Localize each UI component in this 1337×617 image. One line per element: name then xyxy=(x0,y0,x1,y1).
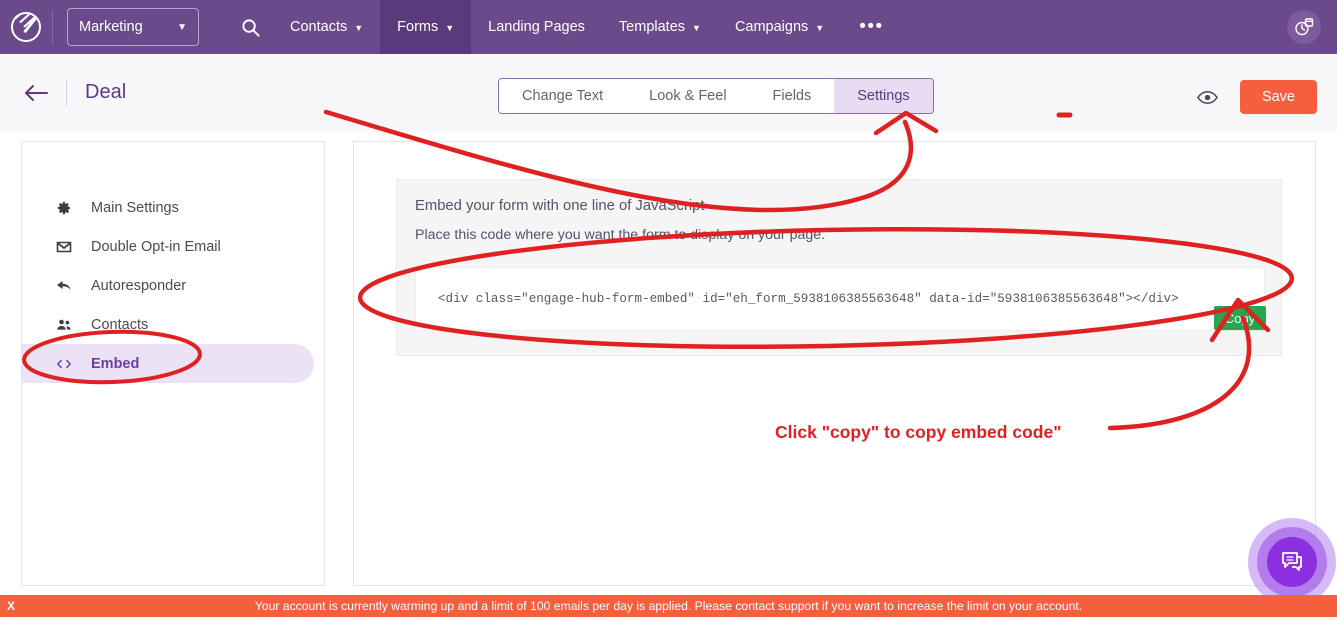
app-window: Marketing ▼ Contacts ▼ Forms ▼ Landing P… xyxy=(0,0,1337,617)
workspace-selector[interactable]: Marketing ▼ xyxy=(67,8,199,46)
chevron-down-icon: ▼ xyxy=(815,23,825,33)
more-menu-button[interactable]: ••• xyxy=(841,0,901,54)
embed-content-panel: Embed your form with one line of JavaScr… xyxy=(353,141,1316,586)
nav-item-forms[interactable]: Forms ▼ xyxy=(380,0,472,54)
top-navigation-bar: Marketing ▼ Contacts ▼ Forms ▼ Landing P… xyxy=(0,0,1337,54)
nav-item-contacts[interactable]: Contacts ▼ xyxy=(273,0,380,54)
sidebar-item-contacts[interactable]: Contacts xyxy=(22,305,324,344)
workspace-label: Marketing xyxy=(79,19,143,35)
nav-item-label: Templates xyxy=(618,19,686,35)
people-icon xyxy=(55,317,73,333)
chat-widget[interactable] xyxy=(1248,518,1336,606)
tab-label: Look & Feel xyxy=(649,88,727,104)
tab-label: Fields xyxy=(772,88,812,104)
tab-look-and-feel[interactable]: Look & Feel xyxy=(626,79,750,113)
chat-button[interactable] xyxy=(1267,537,1317,587)
back-arrow-icon xyxy=(25,84,48,101)
copy-button[interactable]: Copy xyxy=(1214,306,1266,330)
sidebar-item-label: Main Settings xyxy=(91,199,179,216)
sidebar-item-label: Double Opt-in Email xyxy=(91,238,221,255)
chat-bubble-icon xyxy=(1282,552,1302,571)
envelope-icon xyxy=(55,239,73,255)
warning-banner: X Your account is currently warming up a… xyxy=(0,595,1337,617)
nav-divider xyxy=(52,10,53,44)
tab-fields[interactable]: Fields xyxy=(749,79,835,113)
embed-code-text: <div class="engage-hub-form-embed" id="e… xyxy=(438,292,1179,306)
search-button[interactable] xyxy=(227,0,273,54)
page-title: Deal xyxy=(85,81,127,103)
embed-code-box[interactable]: <div class="engage-hub-form-embed" id="e… xyxy=(415,267,1265,331)
tab-label: Settings xyxy=(857,88,910,104)
gear-icon xyxy=(55,200,73,216)
header-divider xyxy=(66,79,67,106)
sidebar-item-label: Autoresponder xyxy=(91,277,187,294)
eye-icon xyxy=(1197,90,1219,104)
nav-item-label: Landing Pages xyxy=(488,19,585,35)
sidebar-item-double-optin-email[interactable]: Double Opt-in Email xyxy=(22,227,324,266)
nav-item-label: Contacts xyxy=(290,19,348,35)
search-icon xyxy=(241,18,260,37)
nav-item-label: Campaigns xyxy=(734,19,809,35)
main-body: Main Settings Double Opt-in Email Autore… xyxy=(0,131,1337,586)
form-editor-tabs: Change Text Look & Feel Fields Settings xyxy=(498,78,934,114)
banner-message: Your account is currently warming up and… xyxy=(254,599,1083,613)
chevron-down-icon: ▼ xyxy=(177,21,187,33)
embed-card: Embed your form with one line of JavaScr… xyxy=(396,179,1282,356)
sidebar-item-embed[interactable]: Embed xyxy=(22,344,314,383)
reply-arrow-icon xyxy=(55,278,73,294)
sidebar-item-label: Contacts xyxy=(91,316,149,333)
chevron-down-icon: ▼ xyxy=(692,23,701,33)
embed-card-title: Embed your form with one line of JavaScr… xyxy=(415,198,705,214)
nav-item-templates[interactable]: Templates ▼ xyxy=(602,0,718,54)
annotation-text: Click "copy" to copy embed code" xyxy=(775,422,1062,442)
tab-settings[interactable]: Settings xyxy=(834,79,933,113)
tab-label: Change Text xyxy=(522,88,604,104)
code-brackets-icon xyxy=(55,356,73,372)
nav-item-label: Forms xyxy=(397,19,439,35)
user-activity-button[interactable] xyxy=(1287,10,1321,44)
nav-item-landing-pages[interactable]: Landing Pages xyxy=(471,0,602,54)
back-button[interactable] xyxy=(22,78,52,108)
embed-card-subtitle: Place this code where you want the form … xyxy=(415,227,826,243)
ellipsis-icon: ••• xyxy=(859,16,884,37)
clock-calendar-icon xyxy=(1295,18,1314,36)
tab-change-text[interactable]: Change Text xyxy=(499,79,627,113)
engagebay-logo-icon xyxy=(11,12,41,42)
preview-button[interactable] xyxy=(1196,85,1220,109)
nav-right-group xyxy=(1287,10,1337,44)
settings-sidebar: Main Settings Double Opt-in Email Autore… xyxy=(21,141,325,586)
nav-item-campaigns[interactable]: Campaigns ▼ xyxy=(718,0,841,54)
app-logo[interactable] xyxy=(0,0,52,54)
logo-slash xyxy=(23,14,39,34)
sidebar-item-autoresponder[interactable]: Autoresponder xyxy=(22,266,324,305)
chevron-down-icon: ▼ xyxy=(445,23,455,33)
chevron-down-icon: ▼ xyxy=(354,23,364,33)
save-button[interactable]: Save xyxy=(1239,80,1317,114)
sidebar-item-main-settings[interactable]: Main Settings xyxy=(22,188,324,227)
header-actions: Save xyxy=(1196,80,1317,114)
sidebar-item-label: Embed xyxy=(91,355,140,372)
